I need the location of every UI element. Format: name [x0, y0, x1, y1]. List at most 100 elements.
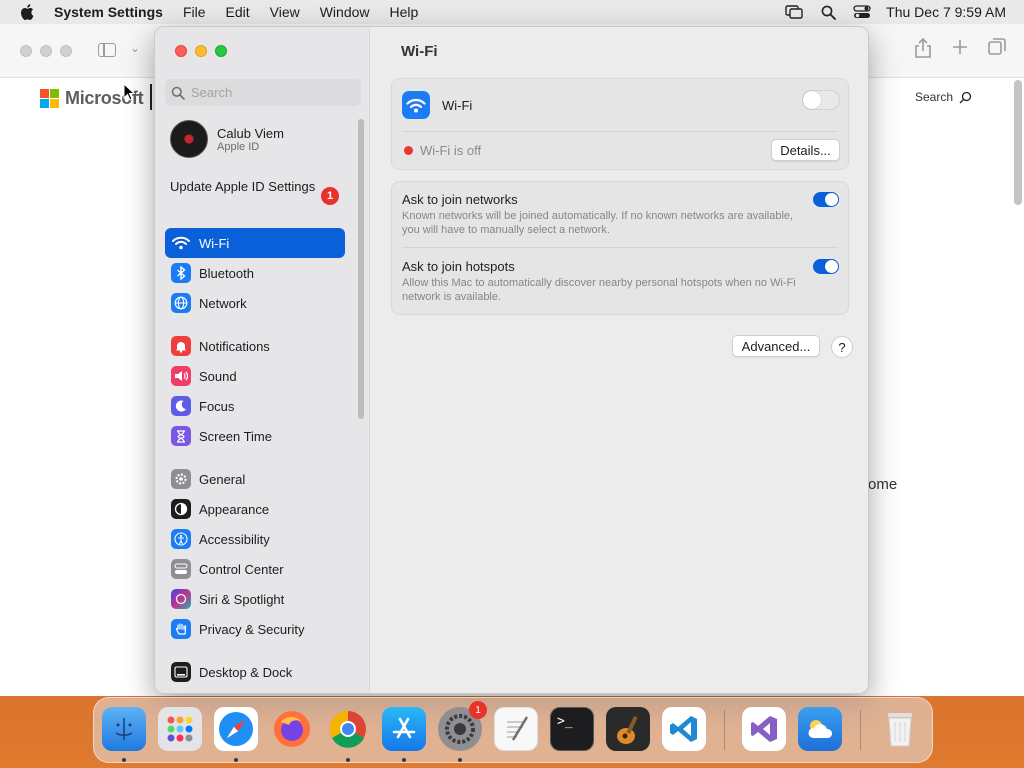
moon-icon — [171, 396, 191, 416]
share-icon[interactable] — [914, 37, 932, 64]
browser-window-controls[interactable] — [20, 45, 72, 57]
search-input[interactable] — [191, 85, 351, 100]
sidebar-item-label: General — [199, 471, 246, 487]
browser-sidebar-icon[interactable] — [98, 43, 116, 57]
ask-join-hotspots-toggle[interactable] — [813, 259, 839, 274]
join-options-panel: Ask to join networks Known networks will… — [391, 181, 849, 315]
browser-scrollbar[interactable] — [1014, 80, 1022, 205]
sidebar-item-appearance[interactable]: Appearance — [165, 494, 345, 524]
menu-clock[interactable]: Thu Dec 7 9:59 AM — [886, 4, 1006, 20]
sidebar-item-label: Control Center — [199, 561, 284, 577]
bell-icon — [171, 336, 191, 356]
menu-window[interactable]: Window — [310, 4, 380, 20]
ask-join-hotspots-title: Ask to join hotspots — [402, 259, 515, 274]
sidebar-item-label: Accessibility — [199, 531, 270, 547]
sidebar-item-bluetooth[interactable]: Bluetooth — [165, 258, 345, 288]
wifi-panel: Wi-Fi Wi-Fi is off Details... — [391, 78, 849, 170]
terminal-icon[interactable]: >_ — [550, 707, 594, 751]
sidebar-item-desktop-dock[interactable]: Desktop & Dock — [165, 657, 345, 687]
text-cursor — [150, 84, 152, 110]
apple-menu-icon[interactable] — [0, 4, 54, 20]
sidebar-item-label: Focus — [199, 398, 235, 414]
running-indicator — [122, 758, 126, 762]
screen-mirroring-icon[interactable] — [784, 4, 804, 20]
divider — [402, 131, 838, 132]
trash-icon[interactable] — [878, 707, 922, 751]
sidebar-item-wifi[interactable]: Wi-Fi — [165, 228, 345, 258]
textedit-icon[interactable] — [494, 707, 538, 751]
sidebar-item-control-center[interactable]: Control Center — [165, 554, 345, 584]
running-indicator — [402, 758, 406, 762]
app-store-icon[interactable] — [382, 707, 426, 751]
sidebar-item-sound[interactable]: Sound — [165, 361, 345, 391]
globe-icon — [171, 293, 191, 313]
partial-page-text: ome — [868, 476, 898, 493]
chevron-down-icon[interactable]: ⌄ — [130, 41, 140, 55]
menu-file[interactable]: File — [173, 4, 216, 20]
sidebar-item-siri-spotlight[interactable]: Siri & Spotlight — [165, 584, 345, 614]
sidebar-item-label: Desktop & Dock — [199, 664, 293, 680]
running-indicator — [346, 758, 350, 762]
settings-sidebar: Calub Viem Apple ID Update Apple ID Sett… — [155, 27, 370, 693]
apple-id-account[interactable]: Calub Viem Apple ID — [170, 120, 284, 158]
user-subtitle: Apple ID — [217, 140, 260, 153]
tab-overview-icon[interactable] — [988, 38, 1006, 64]
new-tab-icon[interactable] — [952, 38, 968, 64]
zoom-button[interactable] — [215, 45, 227, 57]
visual-studio-icon[interactable] — [742, 707, 786, 751]
spotlight-search-icon[interactable] — [818, 4, 838, 20]
help-button[interactable]: ? — [831, 336, 853, 358]
control-center-menu-icon[interactable] — [852, 4, 872, 20]
finder-icon[interactable] — [102, 707, 146, 751]
sidebar-item-privacy-security[interactable]: Privacy & Security — [165, 614, 345, 644]
app-name-menu[interactable]: System Settings — [54, 4, 173, 20]
divider — [402, 247, 838, 248]
vscode-icon[interactable] — [662, 707, 706, 751]
menu-help[interactable]: Help — [380, 4, 429, 20]
appearance-icon — [171, 499, 191, 519]
hand-icon — [171, 619, 191, 639]
microsoft-search-link[interactable]: Search — [915, 90, 972, 104]
sidebar-item-focus[interactable]: Focus — [165, 391, 345, 421]
wifi-toggle[interactable] — [802, 90, 840, 110]
menu-view[interactable]: View — [260, 4, 310, 20]
sidebar-item-label: Screen Time — [199, 428, 272, 444]
sidebar-item-accessibility[interactable]: Accessibility — [165, 524, 345, 554]
search-icon — [959, 91, 972, 103]
accessibility-icon — [171, 529, 191, 549]
dock: 1 >_ — [93, 697, 933, 763]
sidebar-item-network[interactable]: Network — [165, 288, 345, 318]
close-button[interactable] — [175, 45, 187, 57]
bluetooth-icon — [171, 263, 191, 283]
sidebar-item-label: Wi-Fi — [199, 235, 230, 251]
control-center-icon — [171, 559, 191, 579]
firefox-icon[interactable] — [270, 707, 314, 751]
sidebar-item-notifications[interactable]: Notifications — [165, 331, 345, 361]
garageband-icon[interactable] — [606, 707, 650, 751]
search-icon — [171, 86, 185, 100]
ask-join-networks-toggle[interactable] — [813, 192, 839, 207]
settings-badge: 1 — [469, 701, 487, 719]
update-apple-id-settings[interactable]: Update Apple ID Settings — [170, 179, 342, 195]
sidebar-scrollbar[interactable] — [358, 119, 364, 419]
sidebar-search[interactable] — [165, 79, 361, 106]
wifi-status: Wi-Fi is off — [404, 143, 481, 158]
wifi-status-text: Wi-Fi is off — [420, 143, 482, 158]
ask-join-hotspots-desc: Allow this Mac to automatically discover… — [402, 277, 796, 303]
menu-edit[interactable]: Edit — [216, 4, 260, 20]
details-button[interactable]: Details... — [771, 139, 840, 161]
sidebar-item-screen-time[interactable]: Screen Time — [165, 421, 345, 451]
safari-icon[interactable] — [214, 707, 258, 751]
avatar — [170, 120, 208, 158]
dock-separator — [724, 710, 725, 750]
sidebar-item-label: Network — [199, 295, 247, 311]
chrome-icon[interactable] — [326, 707, 370, 751]
sidebar-item-general[interactable]: General — [165, 464, 345, 494]
update-badge: 1 — [321, 187, 339, 205]
advanced-button[interactable]: Advanced... — [732, 335, 820, 357]
gear-icon — [171, 469, 191, 489]
minimize-button[interactable] — [195, 45, 207, 57]
search-label: Search — [915, 90, 954, 104]
launchpad-icon[interactable] — [158, 707, 202, 751]
weather-icon[interactable] — [798, 707, 842, 751]
